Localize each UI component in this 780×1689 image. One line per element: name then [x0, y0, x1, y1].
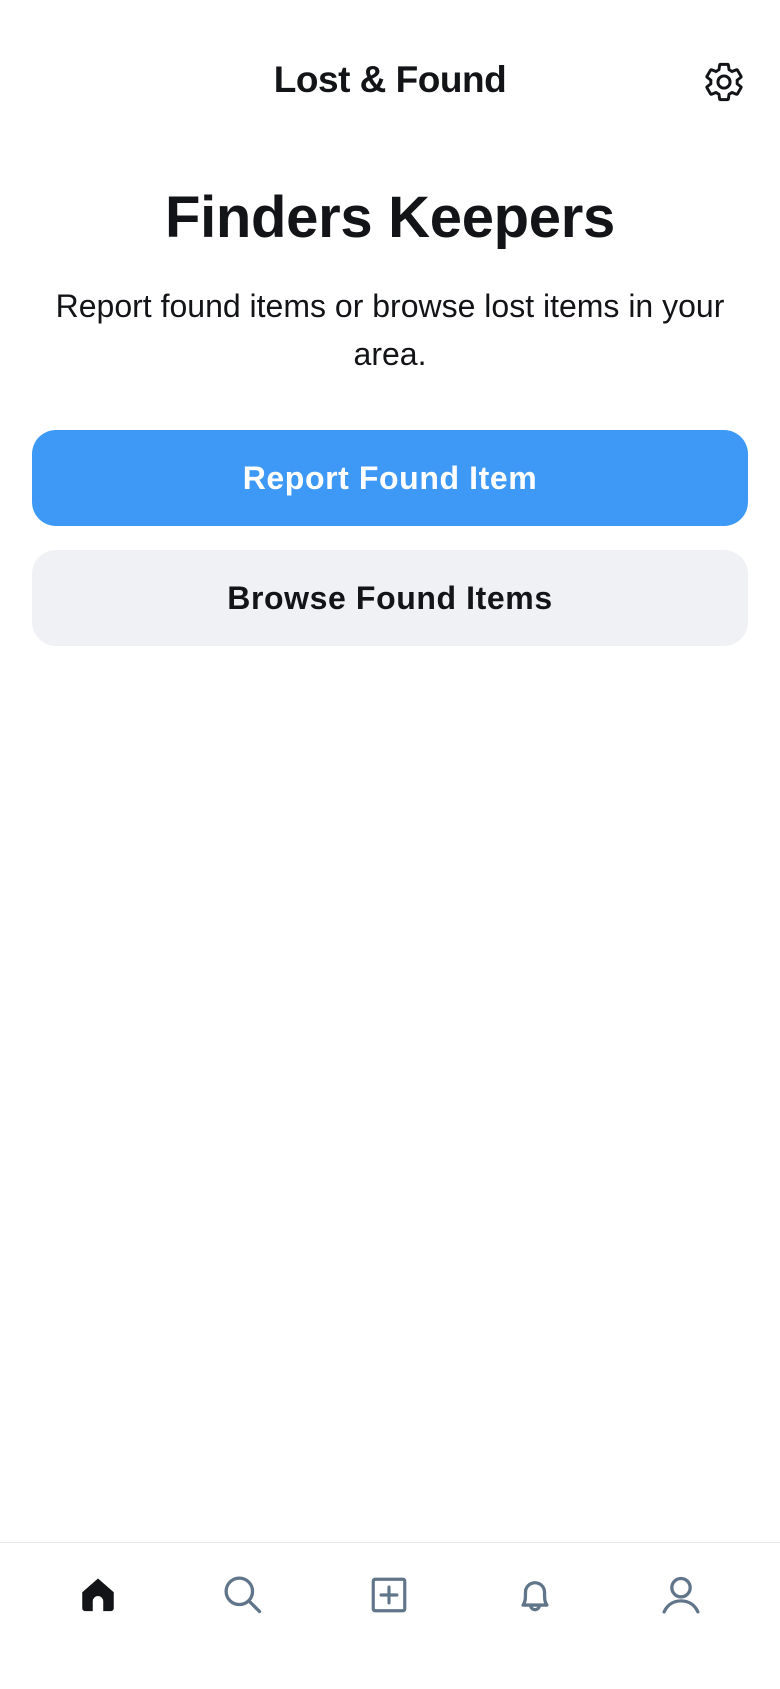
add-box-icon [371, 1577, 407, 1613]
search-icon [224, 1576, 262, 1614]
settings-button[interactable] [696, 54, 752, 110]
home-icon [82, 1578, 114, 1612]
browse-found-items-button[interactable]: Browse Found Items [32, 550, 748, 646]
nav-search[interactable] [213, 1565, 273, 1625]
user-icon [662, 1576, 700, 1614]
bottom-nav [0, 1542, 780, 1689]
hero-subtitle: Report found items or browse lost items … [55, 288, 725, 372]
nav-profile[interactable] [651, 1565, 711, 1625]
page-title: Lost & Found [273, 59, 507, 100]
gear-icon [705, 62, 743, 102]
nav-notifications[interactable] [505, 1565, 565, 1625]
app-header: Lost & Found [0, 0, 780, 160]
nav-home[interactable] [68, 1565, 128, 1625]
nav-add[interactable] [359, 1565, 419, 1625]
bell-icon [521, 1581, 549, 1612]
hero-title: Finders Keepers [164, 185, 615, 250]
report-found-item-button[interactable]: Report Found Item [32, 430, 748, 526]
